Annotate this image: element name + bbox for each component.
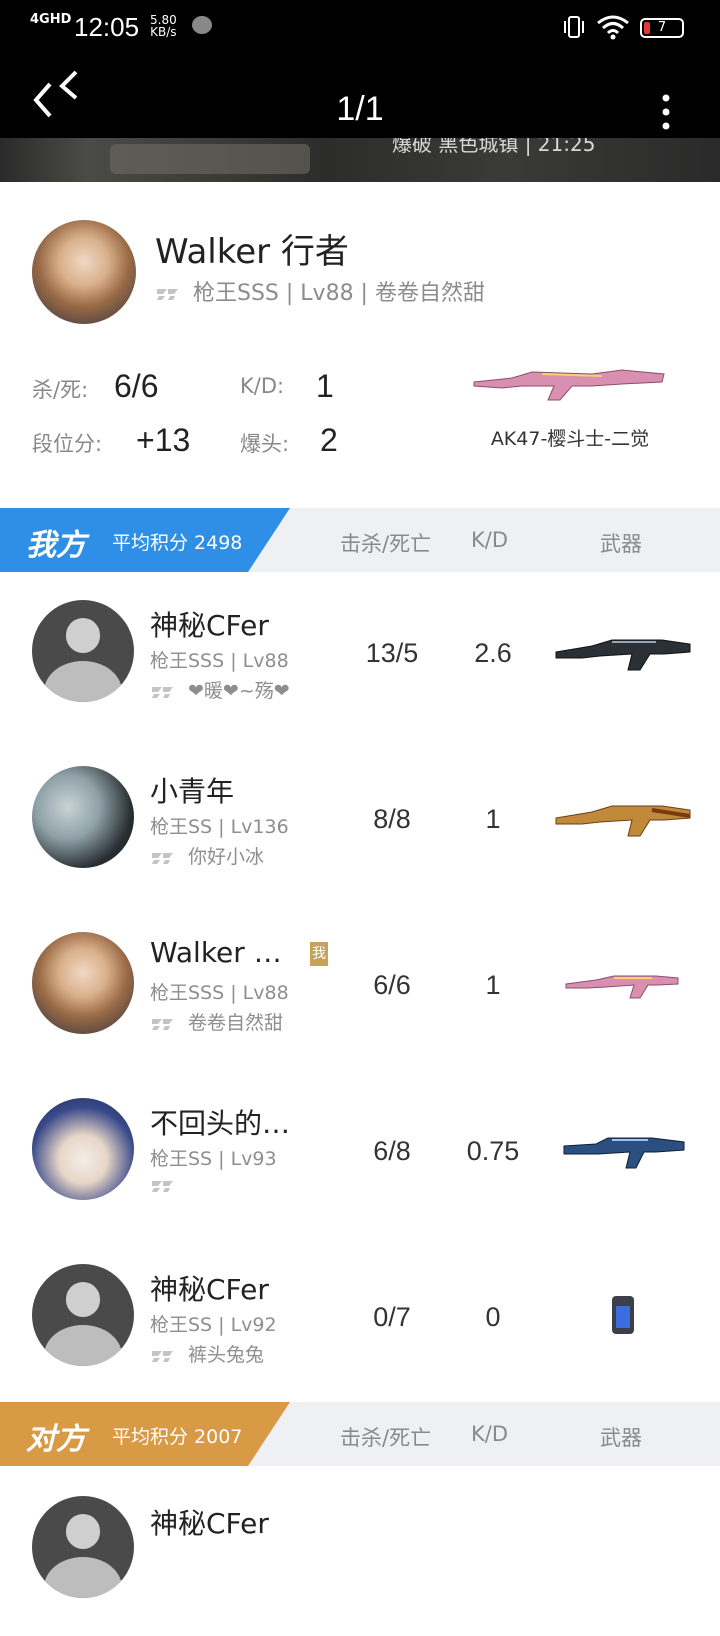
enemy-column-kd: K/D [471,1422,509,1446]
player-kill-death: 0/7 [373,1302,411,1332]
map-info: 爆破 黑色城镇 | 21:25 [392,138,596,156]
kd-label: K/D: [240,374,285,398]
player-clan: ❤暖❤~殇❤ [150,676,290,703]
title-bar: 1/1 [0,56,720,138]
player-rank: 枪王SS | Lv136 [150,816,289,838]
headshot-label: 爆头: [240,432,290,456]
player-name: 神秘CFer [150,609,269,642]
page-title: 1/1 [336,90,384,128]
player-row[interactable]: 不回头的… 枪王SS | Lv93 6/8 0.75 [0,1070,720,1236]
network-speed: 5.80 KB/s [150,14,177,38]
clock: 12:05 [74,12,140,42]
enemy-player-name: 神秘CFer [150,1507,269,1540]
player-kd: 2.6 [474,638,512,668]
player-row[interactable]: 神秘CFer 枪王SSS | Lv88 ❤暖❤~殇❤ 13/5 2.6 [0,572,720,738]
player-avatar[interactable] [32,766,134,868]
cf-logo-icon [152,686,173,698]
vibrate-icon [564,16,584,38]
player-weapon-image [555,805,691,837]
wechat-icon [192,16,212,34]
player-kd: 1 [485,804,501,834]
cf-logo-icon [152,1180,173,1192]
kill-death-value: 6/6 [114,368,159,404]
player-name: 不回头的… [150,1107,291,1140]
player-rank: 枪王SSS | Lv88 [150,650,289,672]
my-team-label: 我方 [26,528,86,563]
player-weapon-image [555,639,691,671]
player-weapon-image [612,1296,634,1334]
status-bar: 4GHD 12:05 5.80 KB/s 7 [0,0,720,56]
player-name: 小青年 [150,775,235,808]
headshot-value: 2 [320,422,338,458]
player-avatar[interactable] [32,1098,134,1200]
rank-points-value: +13 [136,422,191,458]
kd-value: 1 [316,368,334,404]
player-name: 神秘CFer [150,1273,269,1306]
cf-logo-icon [152,1018,173,1030]
player-clan [150,1174,188,1196]
cf-logo-icon [152,852,173,864]
enemy-team-average: 平均积分 2007 [112,1426,243,1448]
player-weapon-image [565,975,679,999]
speed-unit: KB/s [150,25,177,39]
my-team-tab: 我方 平均积分 2498 [0,508,290,572]
match-banner: 爆破 黑色城镇 | 21:25 [0,138,720,182]
player-avatar[interactable] [32,932,134,1034]
player-rank: 枪王SS | Lv92 [150,1314,277,1336]
enemy-column-kill-death: 击杀/死亡 [340,1426,432,1450]
player-clan-name: 卷卷自然甜 [188,1012,284,1034]
player-row[interactable]: 神秘CFer 枪王SS | Lv92 裤头兔兔 0/7 0 [0,1236,720,1402]
column-kd: K/D [471,528,509,552]
my-team-header: 我方 平均积分 2498 击杀/死亡 K/D 武器 [0,508,720,572]
wifi-icon [597,15,629,40]
player-row[interactable]: Walker … 我枪王SSS | Lv88 卷卷自然甜 6/6 1 [0,904,720,1070]
player-avatar[interactable] [32,1264,134,1366]
enemy-player-avatar[interactable] [32,1496,134,1598]
player-kd: 0.75 [466,1136,520,1166]
my-avatar[interactable] [32,220,136,324]
player-row[interactable]: 小青年枪王SS | Lv136 你好小冰 8/8 1 [0,738,720,904]
banner-image [110,144,310,174]
player-kill-death: 6/8 [373,1136,411,1166]
player-clan-name: 裤头兔兔 [188,1344,265,1366]
my-team-average: 平均积分 2498 [112,532,243,554]
weapon-name: AK47-樱斗士-二觉 [490,428,650,450]
player-kd: 1 [485,970,501,1000]
battery-level: 7 [657,20,667,35]
player-clan-name: 你好小冰 [188,846,265,868]
player-weapon-image [563,1137,685,1169]
column-kill-death: 击杀/死亡 [340,532,432,556]
kill-death-label: 杀/死: [32,378,89,402]
enemy-team-tab: 对方 平均积分 2007 [0,1402,290,1466]
player-kd: 0 [485,1302,501,1332]
player-rank: 枪王SSS | Lv88 [150,982,289,1004]
weapon-image [473,369,665,401]
my-name: Walker 行者 [155,232,349,272]
player-rank: 枪王SS | Lv93 [150,1148,277,1170]
battery-icon: 7 [640,18,684,38]
player-kill-death: 13/5 [365,638,419,668]
player-clan: 你好小冰 [150,842,264,869]
player-avatar[interactable] [32,600,134,702]
enemy-column-weapon: 武器 [600,1426,642,1450]
player-clan: 卷卷自然甜 [150,1008,283,1035]
cf-logo-icon [152,1350,173,1362]
enemy-player-row[interactable]: 神秘CFer [0,1470,720,1636]
player-kill-death: 6/6 [373,970,411,1000]
player-clan-name: ❤暖❤~殇❤ [188,680,290,702]
rank-points-label: 段位分: [32,432,103,456]
player-name: Walker … [150,936,282,969]
me-badge: 我 [310,942,328,966]
signal-indicator: 4GHD [30,12,72,27]
enemy-team-label: 对方 [26,1422,86,1457]
player-clan: 裤头兔兔 [150,1340,264,1367]
more-options-icon[interactable] [656,94,676,130]
enemy-team-header: 对方 平均积分 2007 击杀/死亡 K/D 武器 [0,1402,720,1466]
column-weapon: 武器 [600,532,642,556]
cf-logo-icon [157,289,178,300]
player-kill-death: 8/8 [373,804,411,834]
my-subtitle: 枪王SSS | Lv88 | 卷卷自然甜 [155,275,485,307]
my-rank-text: 枪王SSS | Lv88 | 卷卷自然甜 [193,281,485,306]
